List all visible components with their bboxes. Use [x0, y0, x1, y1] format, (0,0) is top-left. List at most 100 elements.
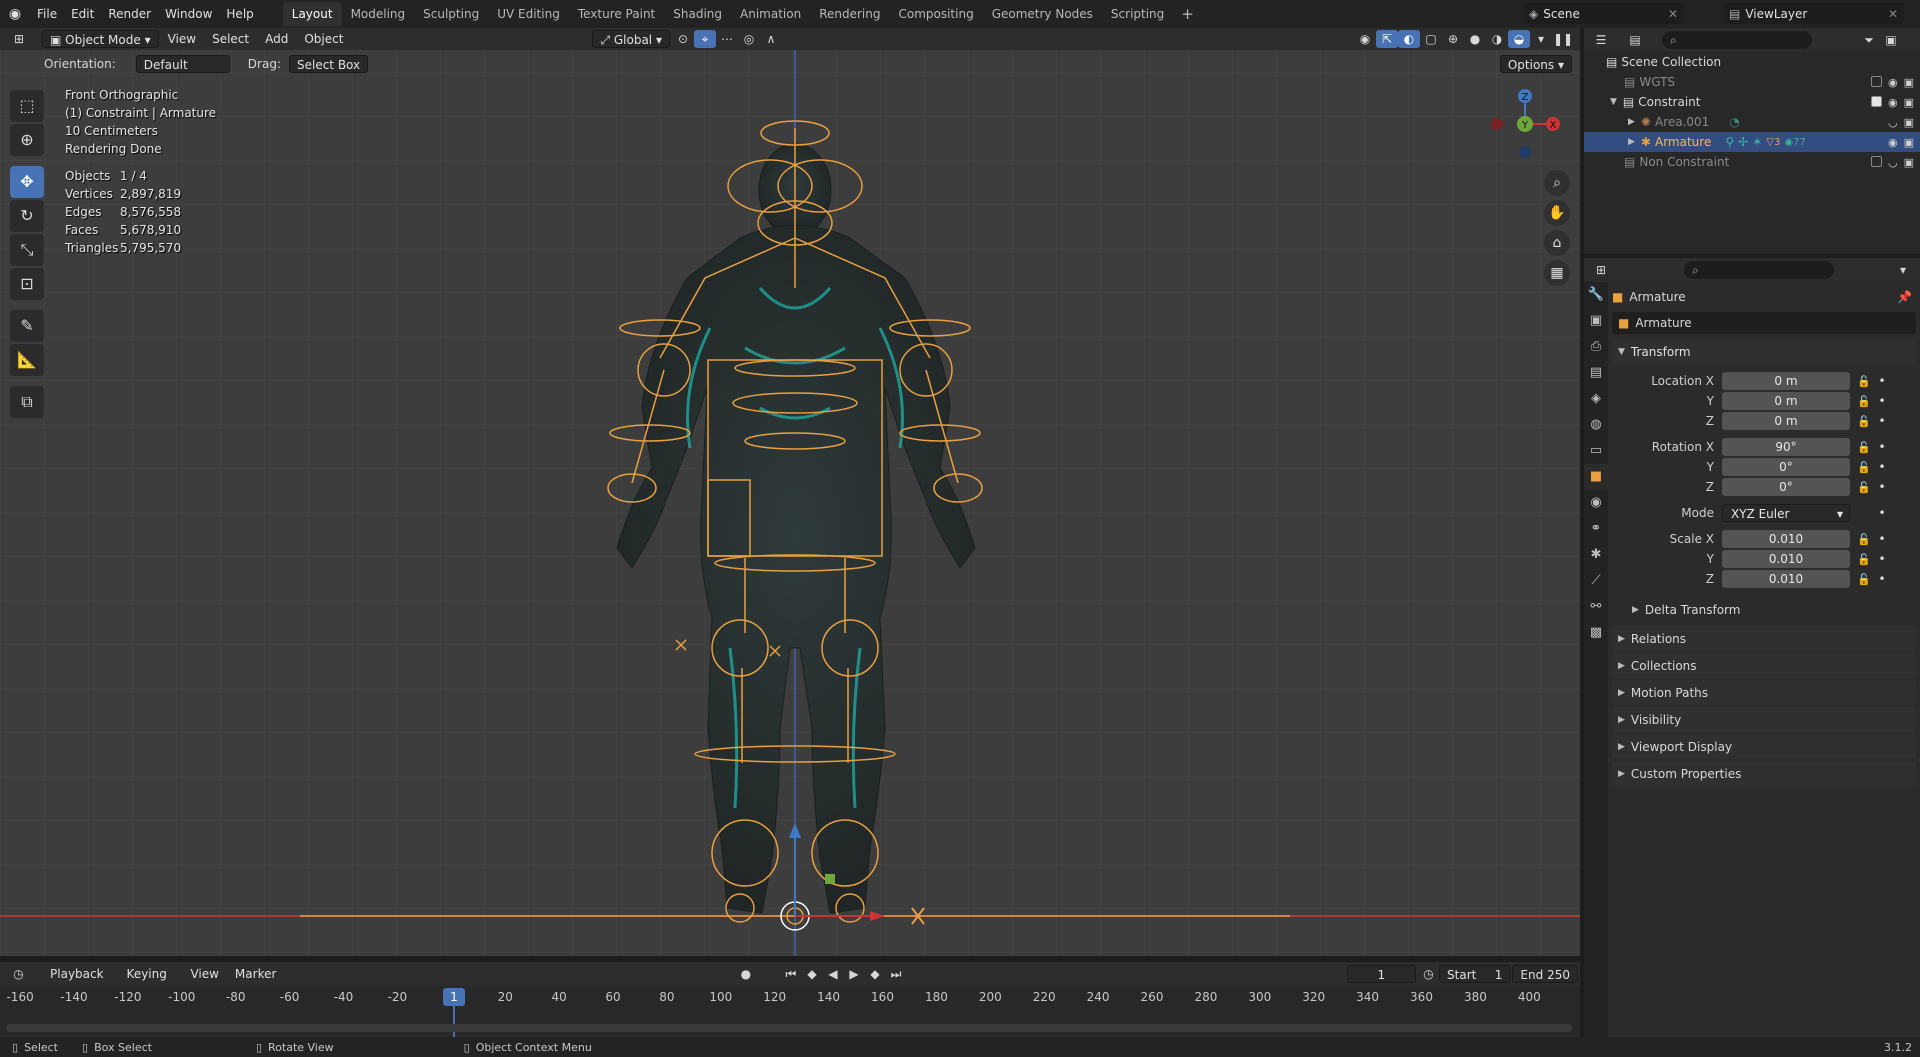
play-icon[interactable]: ▶ — [843, 965, 864, 983]
menu-keying[interactable]: Keying ▾ — [120, 965, 182, 999]
editor-type-icon[interactable]: ⊞ — [8, 30, 30, 48]
keyframe-dot-icon[interactable]: • — [1874, 460, 1890, 474]
camera-render-icon[interactable]: ▣ — [1904, 156, 1914, 169]
lock-icon[interactable]: 🔓 — [1854, 553, 1874, 566]
transform-panel-header[interactable]: ▼ Transform — [1612, 340, 1916, 364]
gizmo-icon[interactable]: ⇱ — [1376, 30, 1398, 48]
outliner-row-wgts[interactable]: ▤ WGTS ◉ ▣ — [1584, 72, 1920, 92]
location-z-field[interactable]: 0 m — [1722, 412, 1850, 430]
menu-file[interactable]: File — [30, 3, 64, 25]
properties-search-input[interactable]: ⌕ — [1684, 261, 1834, 279]
preview-range-clock-icon[interactable]: ◷ — [1418, 965, 1439, 983]
tab-sculpting[interactable]: Sculpting — [414, 2, 488, 26]
playhead[interactable]: 1 — [443, 988, 465, 1006]
lock-icon[interactable]: 🔓 — [1854, 481, 1874, 494]
object-tab-icon[interactable]: ■ — [1584, 464, 1608, 490]
pan-hand-icon[interactable]: ✋ — [1544, 200, 1570, 226]
viewport-display-panel[interactable]: ▶ Viewport Display — [1612, 734, 1916, 759]
eye-closed-icon[interactable]: ◡ — [1888, 156, 1898, 169]
shading-options-chevron-down-icon[interactable]: ▾ — [1530, 30, 1552, 48]
location-y-field[interactable]: 0 m — [1722, 392, 1850, 410]
outliner-row-scene-collection[interactable]: ▤ Scene Collection — [1584, 52, 1920, 72]
menu-select[interactable]: Select — [205, 30, 256, 48]
keyframe-dot-icon[interactable]: • — [1874, 572, 1890, 586]
expand-chevron-icon[interactable]: ▶ — [1628, 117, 1635, 127]
rotation-mode-dropdown[interactable]: XYZ Euler ▾ — [1722, 504, 1850, 522]
outliner-row-area[interactable]: ▶ ✺ Area.001 ◔ ◡ ▣ — [1584, 112, 1920, 132]
camera-icon[interactable]: ⌂ — [1544, 230, 1570, 256]
keyframe-dot-icon[interactable]: • — [1874, 440, 1890, 454]
scale-x-field[interactable]: 0.010 — [1722, 530, 1850, 548]
close-icon[interactable]: ✕ — [1668, 7, 1678, 21]
lock-icon[interactable]: 🔓 — [1854, 573, 1874, 586]
display-mode-icon[interactable]: ▤ — [1624, 31, 1646, 49]
lock-icon[interactable]: 🔓 — [1854, 461, 1874, 474]
transform-orientation-dropdown[interactable]: ⤢ Global ▾ — [592, 30, 670, 48]
outliner-row-armature[interactable]: ▶ ✱ Armature ⚲ ✢ ✶ ▽3 ◉77 ◉ ▣ — [1584, 132, 1920, 152]
keyframe-dot-icon[interactable]: • — [1874, 394, 1890, 408]
wireframe-shading-icon[interactable]: ⊕ — [1442, 30, 1464, 48]
relations-panel[interactable]: ▶ Relations — [1612, 626, 1916, 651]
material-shading-icon[interactable]: ◑ — [1486, 30, 1508, 48]
expand-chevron-icon[interactable]: ▼ — [1610, 97, 1617, 107]
keyframe-dot-icon[interactable]: • — [1874, 374, 1890, 388]
lock-icon[interactable]: 🔓 — [1854, 415, 1874, 428]
menu-playback[interactable]: Playback ▾ — [43, 965, 118, 999]
play-reverse-icon[interactable]: ◀ — [822, 965, 843, 983]
tab-geometry-nodes[interactable]: Geometry Nodes — [983, 2, 1102, 26]
menu-add[interactable]: Add — [258, 30, 295, 48]
pivot-point-icon[interactable]: ⊙ — [672, 30, 694, 48]
chevron-down-icon[interactable]: ▾ — [1892, 261, 1914, 279]
tab-compositing[interactable]: Compositing — [889, 2, 982, 26]
add-cube-tool-icon[interactable]: ⧉ — [10, 386, 44, 418]
object-data-tab-icon[interactable]: ✱ — [1584, 542, 1608, 568]
drag-dropdown[interactable]: Select Box — [288, 55, 369, 73]
tab-uv-editing[interactable]: UV Editing — [488, 2, 569, 26]
menu-marker[interactable]: Marker — [228, 965, 283, 983]
falloff-icon[interactable]: ∧ — [760, 30, 782, 48]
tab-animation[interactable]: Animation — [731, 2, 810, 26]
jump-keyframe-back-icon[interactable]: ◆ — [801, 965, 822, 983]
filter-icon[interactable]: ⏷ — [1858, 31, 1880, 49]
rendered-shading-icon[interactable]: ◒ — [1508, 30, 1530, 48]
view-layer-tab-icon[interactable]: ▤ — [1584, 360, 1608, 386]
view-layer-selector[interactable]: ▤ ViewLayer ✕ — [1724, 3, 1904, 24]
zoom-icon[interactable]: ⌕ — [1544, 170, 1570, 196]
scale-z-field[interactable]: 0.010 — [1722, 570, 1850, 588]
properties-editor-type-icon[interactable]: ⊞ — [1590, 261, 1612, 279]
menu-help[interactable]: Help — [219, 3, 260, 25]
tab-layout[interactable]: Layout — [282, 2, 342, 26]
keyframe-dot-icon[interactable]: • — [1874, 552, 1890, 566]
end-frame-field[interactable]: End 250 — [1512, 965, 1579, 983]
xray-icon[interactable]: ▢ — [1420, 30, 1442, 48]
exclude-checkbox[interactable] — [1870, 155, 1882, 167]
world-tab-icon[interactable]: ◍ — [1584, 412, 1608, 438]
expand-chevron-icon[interactable]: ▶ — [1628, 137, 1635, 147]
snap-target-icon[interactable]: ⋯ — [716, 30, 738, 48]
keyframe-dot-icon[interactable]: • — [1874, 532, 1890, 546]
object-name-field[interactable]: ■ Armature — [1612, 312, 1916, 334]
menu-edit[interactable]: Edit — [64, 3, 101, 25]
delta-transform-subpanel[interactable]: ▶ Delta Transform — [1626, 597, 1916, 622]
jump-keyframe-forward-icon[interactable]: ◆ — [864, 965, 885, 983]
eye-icon[interactable]: ◉ — [1888, 76, 1898, 89]
rotation-z-field[interactable]: 0° — [1722, 478, 1850, 496]
scene-tab-icon[interactable]: ◈ — [1584, 386, 1608, 412]
motion-paths-panel[interactable]: ▶ Motion Paths — [1612, 680, 1916, 705]
object-constraint-tab-icon[interactable]: ⚭ — [1584, 516, 1608, 542]
render-tab-icon[interactable]: ▣ — [1584, 308, 1608, 334]
select-box-tool-icon[interactable]: ⬚ — [10, 90, 44, 122]
texture-tab-icon[interactable]: ▩ — [1584, 620, 1608, 646]
tab-modeling[interactable]: Modeling — [342, 2, 415, 26]
grid-ortho-icon[interactable]: ▦ — [1544, 260, 1570, 286]
exclude-checkbox[interactable] — [1870, 95, 1882, 107]
collection-tab-icon[interactable]: ▭ — [1584, 438, 1608, 464]
jump-start-icon[interactable]: ⏮ — [780, 965, 801, 983]
keyframe-dot-icon[interactable]: • — [1874, 480, 1890, 494]
tab-rendering[interactable]: Rendering — [810, 2, 889, 26]
lock-icon[interactable]: 🔓 — [1854, 441, 1874, 454]
proportional-edit-icon[interactable]: ◎ — [738, 30, 760, 48]
pause-icon[interactable]: ❚❚ — [1552, 30, 1574, 48]
outliner-row-non-constraint[interactable]: ▤ Non Constraint ◡ ▣ — [1584, 152, 1920, 172]
menu-view[interactable]: View — [161, 30, 203, 48]
